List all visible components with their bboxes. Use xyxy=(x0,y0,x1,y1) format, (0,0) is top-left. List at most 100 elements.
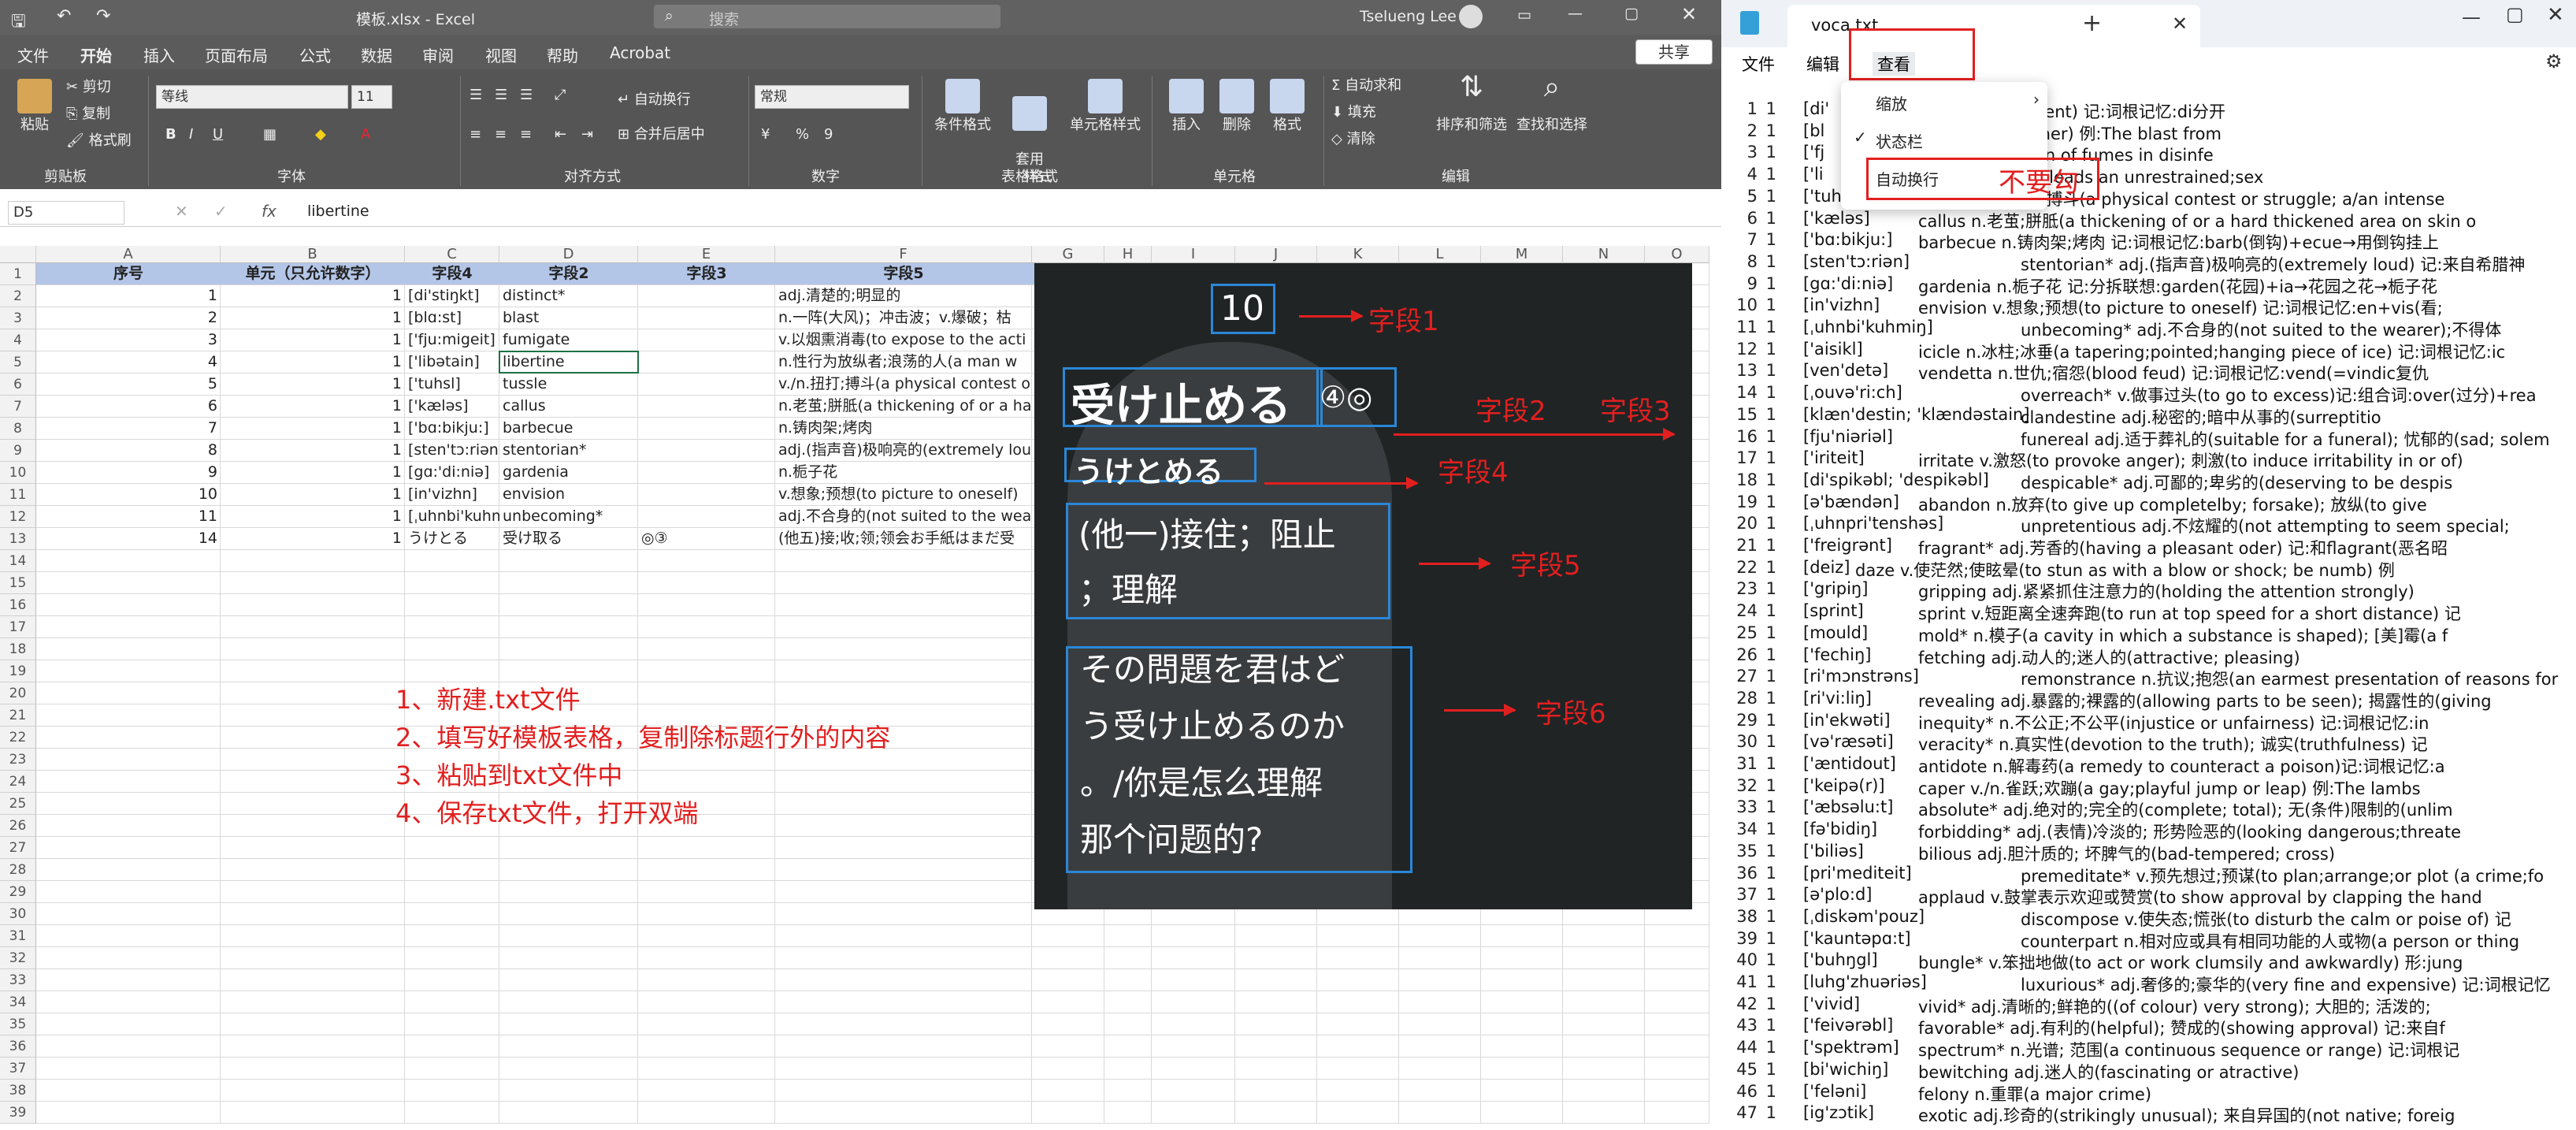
table-cell[interactable]: barbecue xyxy=(499,418,638,439)
table-cell[interactable]: [in'vizhn] xyxy=(405,484,499,505)
row-header[interactable]: 28 xyxy=(0,859,36,881)
row-header[interactable]: 18 xyxy=(0,638,36,660)
search-box[interactable]: ⌕ 搜索 xyxy=(654,5,1000,28)
table-cell[interactable] xyxy=(638,440,775,461)
redo-icon[interactable]: ↷ xyxy=(96,6,110,26)
table-cell[interactable] xyxy=(638,351,775,373)
align-left-icon[interactable]: ≡ xyxy=(470,126,481,143)
tab-insert[interactable]: 插入 xyxy=(143,43,175,66)
column-header[interactable]: K xyxy=(1317,246,1399,263)
table-cell[interactable] xyxy=(638,506,775,527)
comma-icon[interactable]: 9 xyxy=(824,126,833,143)
np-minimize-icon[interactable]: — xyxy=(2462,6,2481,28)
underline-button[interactable]: U xyxy=(213,126,223,143)
row-header[interactable]: 21 xyxy=(0,704,36,727)
column-header[interactable]: G xyxy=(1032,246,1104,263)
table-cell[interactable]: 11 xyxy=(36,506,221,527)
row-header[interactable]: 11 xyxy=(0,484,36,506)
indent-increase-icon[interactable]: ⇥ xyxy=(581,126,593,143)
table-cell[interactable]: 1 xyxy=(221,440,405,461)
header-cell[interactable]: 单元（只允许数字） xyxy=(221,263,405,284)
row-header[interactable]: 9 xyxy=(0,440,36,462)
currency-icon[interactable]: ¥ xyxy=(761,126,770,143)
tab-review[interactable]: 审阅 xyxy=(422,43,454,66)
table-cell[interactable] xyxy=(638,285,775,307)
cancel-icon[interactable]: ✕ xyxy=(175,202,188,221)
row-header[interactable]: 10 xyxy=(0,462,36,484)
tab-file[interactable]: 文件 xyxy=(17,43,49,66)
new-tab-icon[interactable]: + xyxy=(2082,9,2102,37)
row-header[interactable]: 16 xyxy=(0,594,36,616)
minimize-icon[interactable]: — xyxy=(1568,5,1583,22)
fill-color-icon[interactable]: ◆ xyxy=(315,126,326,143)
table-cell[interactable]: 7 xyxy=(36,418,221,439)
column-header[interactable]: D xyxy=(499,246,638,263)
table-cell[interactable]: unbecoming* xyxy=(499,506,638,527)
avatar[interactable] xyxy=(1459,5,1483,28)
column-header[interactable]: F xyxy=(775,246,1032,263)
column-header[interactable]: J xyxy=(1235,246,1317,263)
fill-button[interactable]: ⬇ 填充 xyxy=(1331,104,1376,121)
row-header[interactable]: 30 xyxy=(0,903,36,925)
column-header[interactable]: A xyxy=(36,246,221,263)
share-button[interactable]: 共享 xyxy=(1635,39,1713,65)
orientation-icon[interactable]: ⤢ xyxy=(555,87,566,104)
tab-data[interactable]: 数据 xyxy=(361,43,392,66)
ribbon-display-icon[interactable]: ▭ xyxy=(1517,6,1531,24)
function-icon[interactable]: fx xyxy=(262,202,277,221)
font-color-icon[interactable]: A xyxy=(361,126,370,143)
row-header[interactable]: 34 xyxy=(0,991,36,1013)
row-header[interactable]: 1 xyxy=(0,263,36,285)
table-cell[interactable]: distinct* xyxy=(499,285,638,307)
row-header[interactable]: 20 xyxy=(0,682,36,704)
row-header[interactable]: 38 xyxy=(0,1080,36,1102)
row-header[interactable]: 4 xyxy=(0,329,36,351)
column-header[interactable]: I xyxy=(1152,246,1235,263)
row-header[interactable]: 3 xyxy=(0,307,36,329)
table-cell[interactable]: gardenia xyxy=(499,462,638,483)
tab-page-layout[interactable]: 页面布局 xyxy=(205,43,268,66)
header-cell[interactable]: 字段4 xyxy=(405,263,499,284)
table-cell[interactable]: tussle xyxy=(499,374,638,395)
percent-icon[interactable]: % xyxy=(796,126,809,143)
table-cell[interactable]: 4 xyxy=(36,351,221,373)
undo-icon[interactable]: ↶ xyxy=(57,6,71,26)
sort-filter-button[interactable]: ⇅ 排序和筛选 xyxy=(1434,73,1509,134)
table-cell[interactable]: 1 xyxy=(221,484,405,505)
table-cell[interactable] xyxy=(638,418,775,439)
font-size-select[interactable]: 11 xyxy=(351,85,392,109)
header-cell[interactable]: 字段3 xyxy=(638,263,775,284)
table-cell[interactable]: 6 xyxy=(36,396,221,417)
table-cell[interactable] xyxy=(638,462,775,483)
row-header[interactable]: 23 xyxy=(0,749,36,771)
indent-decrease-icon[interactable]: ⇤ xyxy=(555,126,566,143)
np-maximize-icon[interactable]: ▢ xyxy=(2506,3,2524,25)
row-header[interactable]: 6 xyxy=(0,374,36,396)
table-cell[interactable]: 14 xyxy=(36,528,221,549)
delete-cells-button[interactable]: 删除 xyxy=(1213,79,1260,134)
maximize-icon[interactable]: ▢ xyxy=(1624,5,1639,22)
np-close-icon[interactable]: ✕ xyxy=(2547,3,2564,27)
merge-center-button[interactable]: ⊞ 合并后居中 xyxy=(618,126,705,143)
autosum-button[interactable]: Σ 自动求和 xyxy=(1331,77,1401,95)
menu-edit[interactable]: 编辑 xyxy=(1806,52,1839,76)
table-cell[interactable]: 1 xyxy=(221,418,405,439)
column-header[interactable]: N xyxy=(1563,246,1645,263)
find-select-button[interactable]: ⌕ 查找和选择 xyxy=(1514,73,1590,134)
tab-home[interactable]: 开始 xyxy=(80,43,112,72)
save-icon[interactable]: 🖫 xyxy=(11,8,26,38)
clear-button[interactable]: ◇ 清除 xyxy=(1331,131,1375,148)
row-header[interactable]: 2 xyxy=(0,285,36,307)
table-cell[interactable]: 1 xyxy=(221,462,405,483)
row-header[interactable]: 15 xyxy=(0,572,36,594)
row-header[interactable]: 31 xyxy=(0,925,36,947)
table-cell[interactable]: うけとる xyxy=(405,528,499,549)
row-header[interactable]: 37 xyxy=(0,1058,36,1080)
table-cell[interactable]: 1 xyxy=(221,374,405,395)
row-header[interactable]: 25 xyxy=(0,793,36,815)
row-header[interactable]: 39 xyxy=(0,1102,36,1124)
row-header[interactable]: 7 xyxy=(0,396,36,418)
column-header[interactable]: L xyxy=(1399,246,1481,263)
align-right-icon[interactable]: ≡ xyxy=(520,126,532,143)
row-header[interactable]: 13 xyxy=(0,528,36,550)
